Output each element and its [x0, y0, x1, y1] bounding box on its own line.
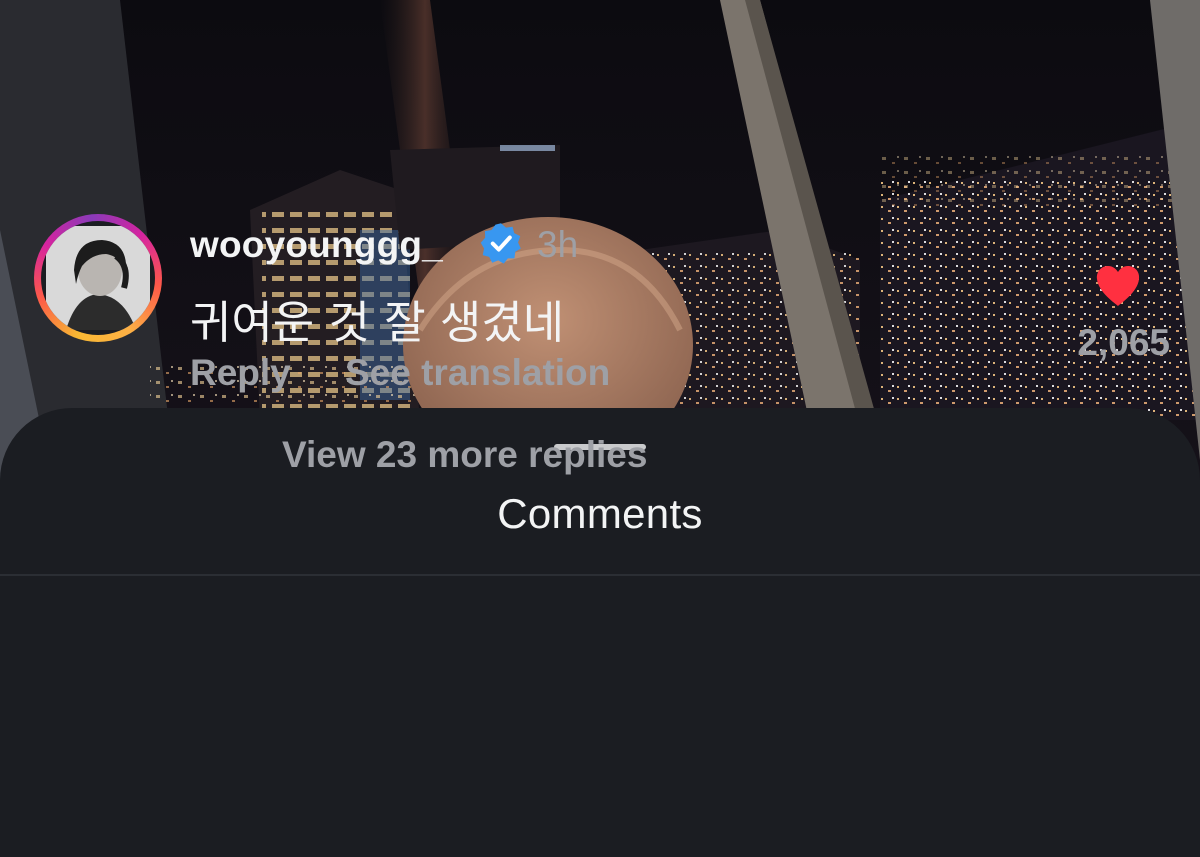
comment-username[interactable]: wooyounggg_	[190, 224, 443, 266]
see-translation-button[interactable]: See translation	[345, 352, 610, 394]
heart-icon[interactable]	[1094, 264, 1142, 308]
avatar-photo	[46, 226, 150, 330]
comment-timestamp: 3h	[537, 224, 579, 265]
reply-button[interactable]: Reply	[190, 352, 291, 394]
view-replies-button[interactable]: View 23 more replies	[282, 434, 647, 476]
divider	[0, 574, 1200, 576]
comment-text: 귀여운 것 잘 생겼네	[190, 296, 565, 349]
verified-badge-icon	[480, 223, 521, 264]
story-ring[interactable]	[34, 214, 162, 342]
like-count: 2,065	[1077, 322, 1170, 363]
sheet-title: Comments	[497, 490, 703, 537]
avatar[interactable]	[41, 221, 155, 335]
